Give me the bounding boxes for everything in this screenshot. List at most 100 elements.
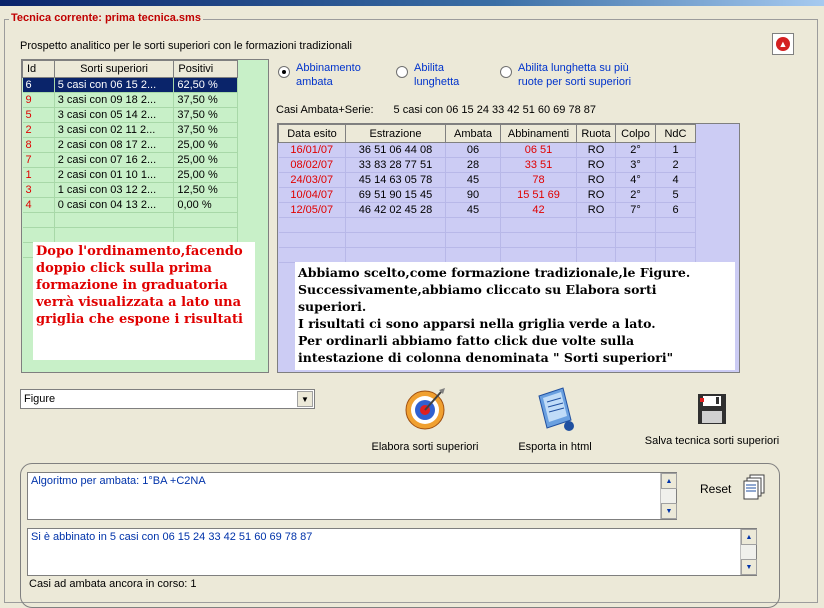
- cell-colpo: 3°: [615, 157, 656, 173]
- col-header-ruota[interactable]: Ruota: [576, 124, 616, 143]
- export-document-icon: [538, 387, 574, 431]
- cell-data-esito: 24/03/07: [278, 172, 346, 188]
- cell-ambata: 28: [445, 157, 501, 173]
- elabora-button[interactable]: Elabora sorti superiori: [362, 386, 488, 453]
- radio-abbinamento-ambata[interactable]: Abbinamento ambata: [278, 61, 361, 89]
- col-header-ambata[interactable]: Ambata: [445, 124, 501, 143]
- scroll-up-icon[interactable]: ▲: [741, 529, 757, 545]
- table-row[interactable]: 82 casi con 08 17 2... 25,00 %: [22, 137, 238, 153]
- table-row[interactable]: 24/03/07 45 14 63 05 78 45 78 RO 4° 4: [278, 172, 696, 188]
- abbinato-memo[interactable]: Si è abbinato in 5 casi con 06 15 24 33 …: [27, 528, 757, 576]
- close-button[interactable]: ▲: [772, 33, 794, 55]
- cell-ambata: 90: [445, 187, 501, 203]
- empty-cell: [22, 212, 55, 228]
- empty-cell: [615, 247, 656, 263]
- col-header-positivi[interactable]: Positivi: [173, 60, 238, 78]
- table-row[interactable]: 12 casi con 01 10 1... 25,00 %: [22, 167, 238, 183]
- cell-positivi: 0,00 %: [173, 197, 238, 213]
- cell-sorti-superiori: 2 casi con 01 10 1...: [54, 167, 175, 183]
- note-line: Per ordinarli abbiamo fatto click due vo…: [298, 333, 635, 348]
- cell-estrazione: 46 42 02 45 28: [345, 202, 446, 218]
- cell-id: 4: [22, 197, 55, 213]
- cell-id: 6: [22, 77, 55, 93]
- cell-id: 9: [22, 92, 55, 108]
- close-icon: ▲: [776, 37, 790, 51]
- frame-title: Tecnica corrente: prima tecnica.sms: [9, 12, 203, 24]
- empty-cell: [576, 217, 616, 233]
- algoritmo-scrollbar[interactable]: ▲ ▼: [660, 473, 677, 519]
- cell-sorti-superiori: 5 casi con 06 15 2...: [54, 77, 175, 93]
- cell-ndc: 2: [655, 157, 696, 173]
- cell-data-esito: 16/01/07: [278, 142, 346, 158]
- cell-data-esito: 10/04/07: [278, 187, 346, 203]
- cell-positivi: 37,50 %: [173, 122, 238, 138]
- table-row[interactable]: 12/05/07 46 42 02 45 28 45 42 RO 7° 6: [278, 202, 696, 218]
- col-header-abbinamenti[interactable]: Abbinamenti: [500, 124, 577, 143]
- cell-colpo: 7°: [615, 202, 656, 218]
- abbinato-scrollbar[interactable]: ▲ ▼: [740, 529, 757, 575]
- radio-label: ambata: [296, 76, 333, 88]
- empty-row: [278, 232, 696, 248]
- cell-ndc: 5: [655, 187, 696, 203]
- table-row[interactable]: 16/01/07 36 51 06 44 08 06 06 51 RO 2° 1: [278, 142, 696, 158]
- cell-positivi: 25,00 %: [173, 152, 238, 168]
- col-header-sorti-superiori[interactable]: Sorti superiori: [53, 60, 175, 78]
- window-titlebar: [0, 0, 824, 6]
- scroll-down-icon[interactable]: ▼: [741, 559, 757, 575]
- scroll-up-icon[interactable]: ▲: [661, 473, 677, 489]
- radio-checked-icon: [278, 66, 290, 78]
- radio-label: Abbinamento: [296, 62, 361, 74]
- cell-estrazione: 33 83 28 77 51: [345, 157, 446, 173]
- col-header-id[interactable]: Id: [22, 60, 55, 78]
- table-row[interactable]: 53 casi con 05 14 2... 37,50 %: [22, 107, 238, 123]
- salva-tecnica-button[interactable]: Salva tecnica sorti superiori: [630, 392, 794, 447]
- annotation-left: Dopo l'ordinamento,facendo doppio click …: [33, 242, 255, 360]
- radio-lunghetta-piu-ruote[interactable]: Abilita lunghetta su più ruote per sorti …: [500, 61, 631, 89]
- col-header-data-esito[interactable]: Data esito: [278, 124, 346, 143]
- cell-ruota: RO: [576, 187, 616, 203]
- table-row[interactable]: 08/02/07 33 83 28 77 51 28 33 51 RO 3° 2: [278, 157, 696, 173]
- cell-abbinamenti: 15 51 69: [500, 187, 577, 203]
- empty-cell: [278, 232, 346, 248]
- cell-positivi: 25,00 %: [173, 137, 238, 153]
- cell-ndc: 1: [655, 142, 696, 158]
- esporta-html-button[interactable]: Esporta in html: [500, 386, 610, 453]
- salva-label: Salva tecnica sorti superiori: [644, 435, 780, 447]
- col-header-estrazione[interactable]: Estrazione: [345, 124, 446, 143]
- table-row[interactable]: 93 casi con 09 18 2... 37,50 %: [22, 92, 238, 108]
- cell-colpo: 4°: [615, 172, 656, 188]
- scroll-down-icon[interactable]: ▼: [661, 503, 677, 519]
- note-line: Successivamente,abbiamo cliccato su Elab…: [298, 282, 657, 297]
- table-row[interactable]: 65 casi con 06 15 2... 62,50 %: [22, 77, 238, 93]
- table-row[interactable]: 31 casi con 03 12 2... 12,50 %: [22, 182, 238, 198]
- chevron-down-icon[interactable]: ▼: [297, 391, 313, 407]
- col-header-colpo[interactable]: Colpo: [615, 124, 656, 143]
- radio-label: lunghetta: [414, 76, 460, 88]
- table-row[interactable]: 10/04/07 69 51 90 15 45 90 15 51 69 RO 2° 5: [278, 187, 696, 203]
- documents-stack-icon: [743, 474, 765, 500]
- empty-cell: [576, 232, 616, 248]
- elabora-label: Elabora sorti superiori: [371, 441, 479, 453]
- table-row[interactable]: 40 casi con 04 13 2... 0,00 %: [22, 197, 238, 213]
- empty-row: [278, 247, 696, 263]
- table-row[interactable]: 72 casi con 07 16 2... 25,00 %: [22, 152, 238, 168]
- cell-id: 2: [22, 122, 55, 138]
- reset-label[interactable]: Reset: [700, 482, 731, 496]
- cell-ndc: 6: [655, 202, 696, 218]
- empty-cell: [345, 232, 446, 248]
- cell-ruota: RO: [576, 202, 616, 218]
- col-header-ndc[interactable]: NdC: [655, 124, 696, 143]
- formazione-select[interactable]: Figure ▼: [20, 389, 315, 409]
- reset-button[interactable]: [742, 474, 766, 502]
- empty-row: [22, 212, 238, 228]
- table-row[interactable]: 23 casi con 02 11 2... 37,50 %: [22, 122, 238, 138]
- cell-ndc: 4: [655, 172, 696, 188]
- cell-id: 8: [22, 137, 55, 153]
- radio-label: Abilita: [414, 62, 444, 74]
- radio-abilita-lunghetta[interactable]: Abilita lunghetta: [396, 61, 459, 89]
- algoritmo-memo[interactable]: Algoritmo per ambata: 1°BA +C2NA ▲ ▼: [27, 472, 677, 520]
- empty-cell: [500, 217, 577, 233]
- cell-estrazione: 69 51 90 15 45: [345, 187, 446, 203]
- cell-sorti-superiori: 3 casi con 02 11 2...: [54, 122, 175, 138]
- empty-cell: [278, 217, 346, 233]
